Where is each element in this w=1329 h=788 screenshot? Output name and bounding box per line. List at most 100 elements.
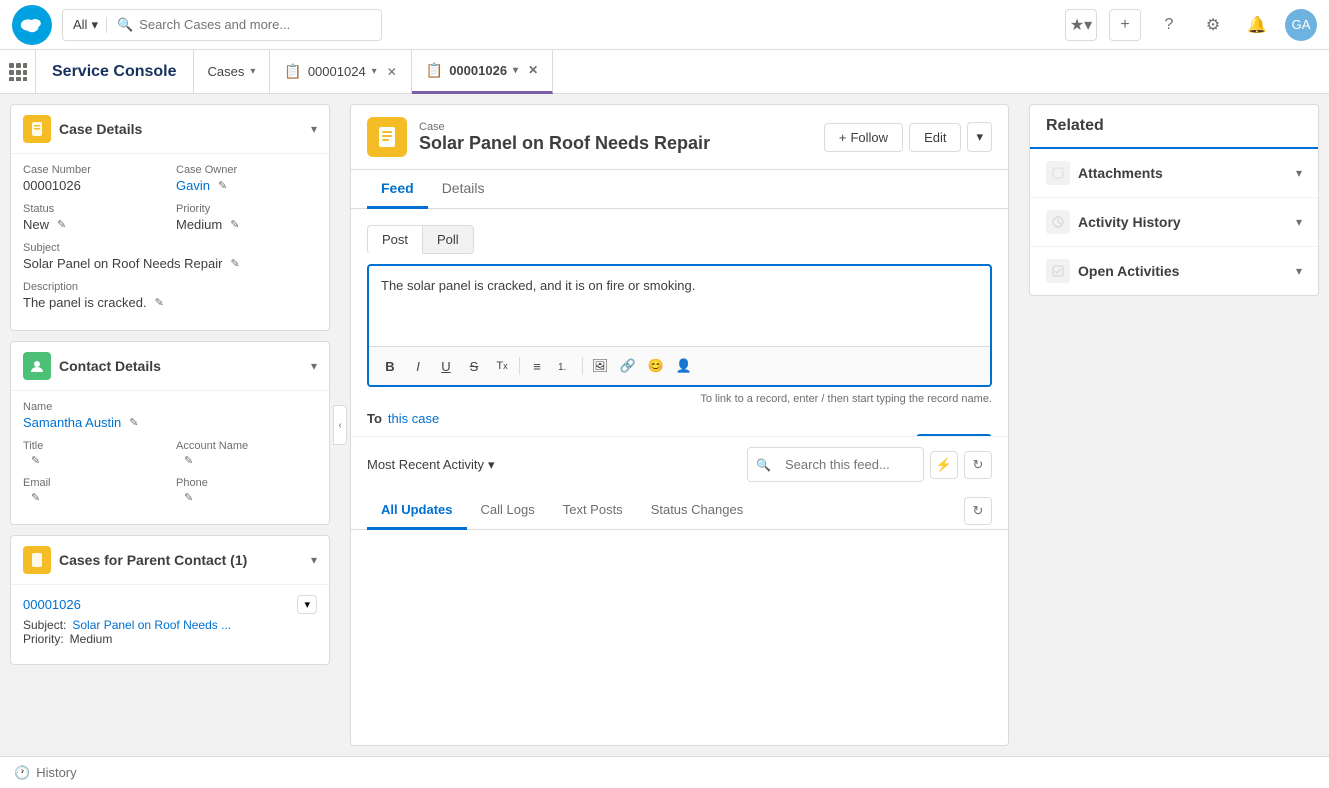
case-main-card: Case Solar Panel on Roof Needs Repair + …	[350, 104, 1009, 746]
case-list-dropdown[interactable]: ▾	[297, 595, 317, 614]
follow-button[interactable]: + Follow	[824, 123, 903, 152]
link-button[interactable]: 🔗	[615, 353, 641, 379]
email-edit[interactable]: ✎	[31, 491, 40, 504]
tab-details[interactable]: Details	[428, 170, 499, 209]
left-panel-collapse[interactable]: ‹	[333, 405, 347, 445]
search-wrapper[interactable]: All ▾ 🔍	[62, 9, 382, 41]
contact-name-value[interactable]: Samantha Austin ✎	[23, 415, 317, 430]
subtab-all-updates[interactable]: All Updates	[367, 492, 467, 530]
case-header-label: Case	[419, 121, 812, 133]
history-label[interactable]: History	[36, 765, 76, 780]
account-name-edit[interactable]: ✎	[184, 454, 193, 467]
open-activities-chevron[interactable]: ▾	[1296, 264, 1302, 278]
case-meta-subject[interactable]: Solar Panel on Roof Needs ...	[72, 618, 231, 632]
activity-history-icon	[1046, 210, 1070, 234]
notifications-button[interactable]: 🔔	[1241, 9, 1273, 41]
edit-button[interactable]: Edit	[909, 123, 961, 152]
text-editor[interactable]: The solar panel is cracked, and it is on…	[367, 264, 992, 387]
editor-area[interactable]: The solar panel is cracked, and it is on…	[369, 266, 990, 346]
activity-history-chevron[interactable]: ▾	[1296, 215, 1302, 229]
to-value[interactable]: this case	[388, 411, 439, 426]
priority-field: Priority Medium ✎	[176, 203, 317, 232]
svg-text:1.: 1.	[558, 362, 566, 373]
italic-button[interactable]: I	[405, 353, 431, 379]
grid-menu-button[interactable]	[0, 50, 36, 94]
avatar[interactable]: GA	[1285, 9, 1317, 41]
status-edit[interactable]: ✎	[57, 218, 66, 231]
case-actions-dropdown[interactable]: ▾	[967, 122, 992, 152]
filter-button[interactable]: ⚡	[930, 451, 958, 479]
subtab-refresh[interactable]: ↻	[964, 497, 992, 525]
clear-format-button[interactable]: Tx	[489, 353, 515, 379]
tab-case-1024[interactable]: 📋 00001024 ▾ ✕	[270, 50, 411, 94]
case-list-number[interactable]: 00001026	[23, 597, 81, 612]
cases-parent-chevron[interactable]: ▾	[311, 553, 317, 567]
case-title: Solar Panel on Roof Needs Repair	[419, 133, 812, 154]
phone-edit[interactable]: ✎	[184, 491, 193, 504]
tab-case-1024-dropdown[interactable]: ▾	[372, 66, 377, 77]
subtab-call-logs[interactable]: Call Logs	[467, 492, 549, 530]
refresh-feed-button[interactable]: ↻	[964, 451, 992, 479]
tab-case-1024-label: 00001024	[308, 64, 366, 79]
tab-case-1026[interactable]: 📋 00001026 ▾ ✕	[412, 50, 553, 94]
priority-edit[interactable]: ✎	[230, 218, 239, 231]
contact-name-edit[interactable]: ✎	[129, 416, 138, 429]
tab-cases-chevron[interactable]: ▾	[250, 66, 255, 77]
case-priority-label: Priority:	[23, 632, 64, 646]
image-button[interactable]: 🖼	[587, 353, 613, 379]
status-priority-row: Status New ✎ Priority Medium ✎	[23, 203, 317, 232]
tab-bar: Cases ▾ 📋 00001024 ▾ ✕ 📋 00001026 ▾ ✕	[194, 50, 554, 94]
subtab-status-changes[interactable]: Status Changes	[637, 492, 758, 530]
contact-details-chevron[interactable]: ▾	[311, 359, 317, 373]
contact-details-icon	[23, 352, 51, 380]
nav-right: ★▾ + ? ⚙ 🔔 GA	[1065, 9, 1317, 41]
search-input[interactable]	[139, 17, 371, 32]
subtab-text-posts[interactable]: Text Posts	[549, 492, 637, 530]
case-details-chevron[interactable]: ▾	[311, 122, 317, 136]
search-scope-chevron[interactable]: ▾	[91, 17, 98, 33]
case-owner-value[interactable]: Gavin ✎	[176, 178, 317, 193]
editor-toolbar: B I U S Tx ≡ 1.	[369, 346, 990, 385]
settings-button[interactable]: ⚙	[1197, 9, 1229, 41]
related-item-attachments[interactable]: Attachments ▾	[1030, 149, 1318, 198]
ordered-list-button[interactable]: 1.	[552, 353, 578, 379]
strikethrough-button[interactable]: S	[461, 353, 487, 379]
contact-details-title: Contact Details	[59, 358, 303, 374]
tab-post[interactable]: Post	[367, 225, 423, 254]
description-label: Description	[23, 281, 317, 293]
salesforce-logo[interactable]	[12, 5, 52, 45]
attachments-chevron[interactable]: ▾	[1296, 166, 1302, 180]
case-owner-field: Case Owner Gavin ✎	[176, 164, 317, 193]
account-name-value: ✎	[176, 454, 317, 467]
underline-button[interactable]: U	[433, 353, 459, 379]
tab-poll[interactable]: Poll	[423, 225, 474, 254]
description-edit[interactable]: ✎	[155, 296, 164, 309]
tab-case-1026-close[interactable]: ✕	[528, 63, 538, 77]
related-item-activity-history[interactable]: Activity History ▾	[1030, 198, 1318, 247]
case-number-value: 00001026	[23, 178, 164, 193]
title-edit[interactable]: ✎	[31, 454, 40, 467]
favorites-button[interactable]: ★▾	[1065, 9, 1097, 41]
emoji-button[interactable]: 😊	[643, 353, 669, 379]
tab-feed[interactable]: Feed	[367, 170, 428, 209]
right-panel: Related Attachments ▾ Activity History ▾	[1019, 94, 1329, 756]
search-dropdown[interactable]: All ▾	[73, 17, 107, 33]
related-item-open-activities[interactable]: Open Activities ▾	[1030, 247, 1318, 295]
add-button[interactable]: +	[1109, 9, 1141, 41]
bold-button[interactable]: B	[377, 353, 403, 379]
email-phone-row: Email ✎ Phone ✎	[23, 477, 317, 504]
related-header: Related	[1030, 105, 1318, 149]
activity-filter-dropdown[interactable]: Most Recent Activity ▾	[367, 457, 495, 473]
feed-search-input[interactable]	[775, 452, 915, 477]
tab-case-1026-dropdown[interactable]: ▾	[513, 65, 518, 76]
activity-filter-label: Most Recent Activity	[367, 457, 484, 472]
description-field: Description The panel is cracked. ✎	[23, 281, 317, 310]
subject-edit[interactable]: ✎	[230, 257, 239, 270]
case-owner-edit[interactable]: ✎	[218, 179, 227, 192]
tab-cases[interactable]: Cases ▾	[194, 50, 271, 94]
help-button[interactable]: ?	[1153, 9, 1185, 41]
tab-case-1024-close[interactable]: ✕	[387, 65, 397, 79]
bullet-list-button[interactable]: ≡	[524, 353, 550, 379]
case-details-title: Case Details	[59, 121, 303, 137]
mention-button[interactable]: 👤	[671, 353, 697, 379]
